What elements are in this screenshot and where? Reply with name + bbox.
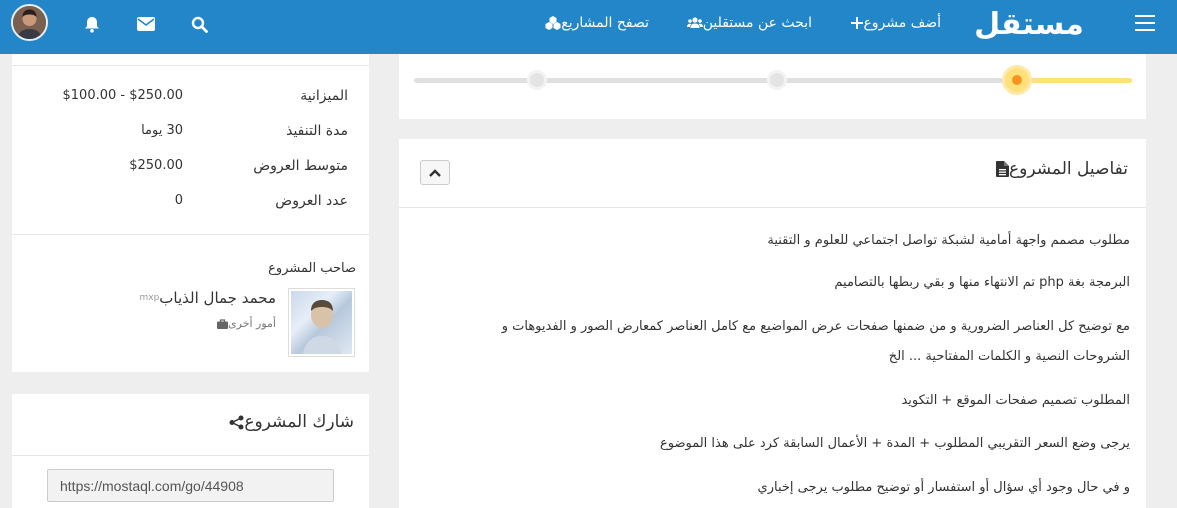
- description-paragraph: مع توضيح كل العناصر الضرورية و من ضمنها …: [501, 319, 1130, 334]
- envelope-icon[interactable]: [136, 14, 156, 34]
- meta-row-budget: الميزانية $100.00 - $250.00: [12, 88, 369, 108]
- meta-value: $100.00 - $250.00: [62, 88, 183, 103]
- description-paragraph: المطلوب تصميم صفحات الموقع + التكويد: [901, 393, 1130, 408]
- logo-text: مستقل: [974, 7, 1084, 42]
- details-title-text: تفاصيل المشروع: [1009, 159, 1128, 179]
- cubes-icon: [545, 16, 561, 30]
- nav-add-project[interactable]: أضف مشروع: [846, 0, 941, 46]
- top-divider: [12, 65, 369, 66]
- description-paragraph: مطلوب مصمم واجهة أمامية لشبكة تواصل اجتم…: [767, 233, 1130, 248]
- briefcase-icon: [217, 318, 229, 329]
- progress-card: [399, 54, 1146, 119]
- share-title-text: شارك المشروع: [244, 412, 354, 432]
- description-paragraph: البرمجة بغة php تم الانتهاء منها و بقي ر…: [834, 275, 1130, 290]
- nav-find-freelancers-label: ابحث عن مستقلين: [702, 15, 812, 31]
- owner-section-label: صاحب المشروع: [268, 261, 356, 276]
- bell-icon[interactable]: [82, 14, 102, 34]
- owner-photo-image: [291, 291, 352, 354]
- hamburger-icon[interactable]: [1135, 15, 1155, 31]
- details-title: تفاصيل المشروع: [988, 159, 1128, 179]
- nav-browse-projects[interactable]: تصفح المشاريع: [540, 0, 649, 46]
- meta-label: عدد العروض: [275, 193, 348, 209]
- details-header: تفاصيل المشروع: [399, 139, 1146, 208]
- meta-row-average-bids: متوسط العروض $250.00: [12, 158, 369, 178]
- owner-role: أمور أخرى: [213, 317, 276, 330]
- progress-step-3: [527, 70, 547, 90]
- share-icon: [229, 415, 244, 430]
- share-card: شارك المشروع: [12, 394, 369, 508]
- top-navbar: مستقل أضف مشروع ابحث عن مستقلين تصفح الم…: [0, 0, 1177, 54]
- file-icon: [996, 161, 1010, 177]
- nav-browse-projects-label: تصفح المشاريع: [561, 15, 649, 31]
- owner-name-text: محمد جمال الذياب: [159, 289, 276, 307]
- meta-label: الميزانية: [300, 88, 348, 104]
- share-title: شارك المشروع: [223, 412, 354, 432]
- owner-tag: mxp: [139, 293, 160, 303]
- plus-icon: [851, 17, 864, 29]
- logo-mark: مستقل: [974, 7, 1084, 42]
- meta-row-bid-count: عدد العروض 0: [12, 193, 369, 213]
- meta-label: متوسط العروض: [253, 158, 348, 174]
- users-icon: [686, 16, 703, 30]
- avatar-image: [13, 6, 46, 39]
- nav-add-project-label: أضف مشروع: [863, 15, 941, 31]
- meta-label: مدة التنفيذ: [286, 123, 348, 139]
- chevron-up-icon: [429, 168, 441, 177]
- progress-step-2: [767, 70, 787, 90]
- share-url-input[interactable]: [47, 469, 334, 502]
- owner-portrait: [303, 300, 341, 354]
- progress-step-1: [1002, 65, 1032, 95]
- description-paragraph: يرجى وضع السعر التقريبي المطلوب + المدة …: [659, 436, 1130, 451]
- owner-role-text: أمور أخرى: [228, 317, 276, 330]
- progress-track-fill: [1017, 78, 1132, 83]
- meta-row-duration: مدة التنفيذ 30 يوما: [12, 123, 369, 143]
- description-paragraph: و في حال وجود أي سؤال أو استفسار أو توضي…: [757, 480, 1130, 495]
- owner-photo[interactable]: [288, 288, 355, 357]
- logo[interactable]: مستقل: [962, 2, 1096, 52]
- collapse-button[interactable]: [420, 160, 450, 185]
- meta-value: 30 يوما: [141, 123, 183, 138]
- user-avatar[interactable]: [11, 4, 48, 41]
- search-icon[interactable]: [189, 14, 209, 34]
- nav-find-freelancers[interactable]: ابحث عن مستقلين: [682, 0, 812, 46]
- share-header: شارك المشروع: [12, 394, 369, 456]
- section-divider: [12, 234, 369, 235]
- meta-value: 0: [174, 193, 183, 208]
- project-details-card: تفاصيل المشروع مطلوب مصمم واجهة أمامية ل…: [399, 139, 1146, 508]
- meta-value: $250.00: [129, 158, 183, 173]
- owner-name[interactable]: mxp محمد جمال الذياب: [135, 289, 276, 307]
- project-summary-card: الميزانية $100.00 - $250.00 مدة التنفيذ …: [12, 54, 369, 372]
- description-paragraph: الشروحات النصية و الكلمات المفتاحية ... …: [888, 349, 1130, 364]
